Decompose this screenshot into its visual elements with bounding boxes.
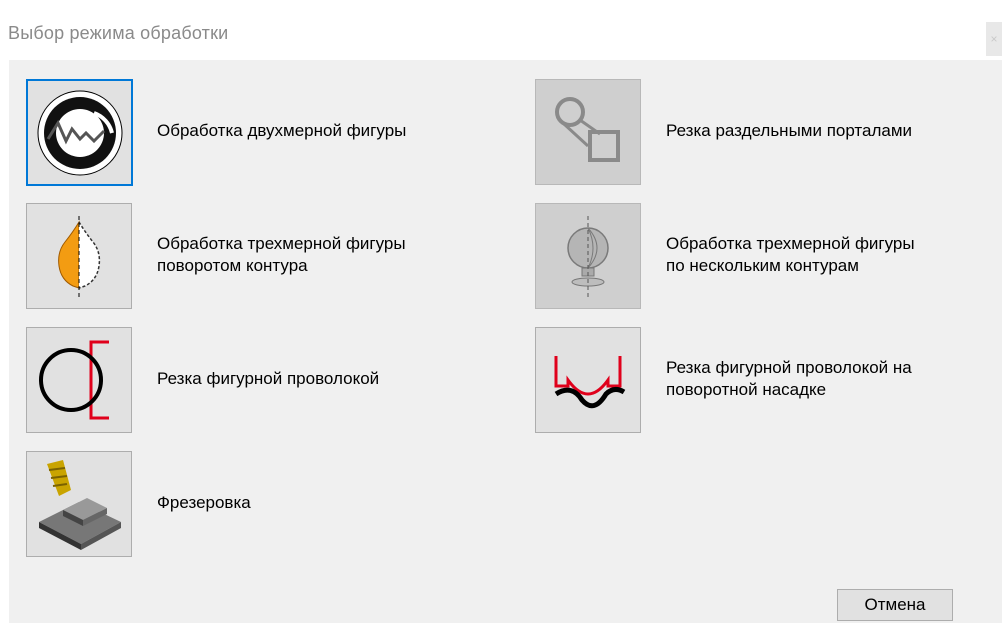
- mode-3d-multi-contour[interactable]: Обработка трехмерной фигуры по нескольки…: [535, 203, 995, 313]
- mode-shaped-wire-rotary[interactable]: Резка фигурной проволокой на поворотной …: [535, 327, 995, 437]
- dialog-titlebar: Выбор режима обработки ×: [0, 6, 1002, 58]
- mode-shaped-wire[interactable]: Резка фигурной проволокой: [26, 327, 506, 437]
- mode-shaped-wire-rotary-button[interactable]: [535, 327, 641, 433]
- mode-2d-shape-button[interactable]: [26, 79, 133, 186]
- close-button[interactable]: ×: [986, 22, 1002, 56]
- shaped-wire-icon: [39, 340, 109, 420]
- mode-separate-portals-button[interactable]: [535, 79, 641, 185]
- mode-milling[interactable]: Фрезеровка: [26, 451, 506, 561]
- 3d-rotate-contour-icon: [58, 216, 101, 298]
- mode-separate-portals[interactable]: Резка раздельными порталами: [535, 79, 995, 189]
- dialog-title: Выбор режима обработки: [8, 23, 229, 43]
- shaped-wire-rotary-icon: [554, 356, 626, 409]
- 2d-shape-icon: [37, 90, 122, 175]
- mode-milling-button[interactable]: [26, 451, 132, 557]
- mode-3d-rotate-contour-button[interactable]: [26, 203, 132, 309]
- cancel-button[interactable]: Отмена: [837, 589, 953, 621]
- mode-milling-label: Фрезеровка: [157, 493, 251, 512]
- mode-shaped-wire-rotary-label: Резка фигурной проволокой на поворотной …: [666, 358, 912, 399]
- 3d-multi-contour-icon: [567, 216, 609, 298]
- mode-separate-portals-label: Резка раздельными порталами: [666, 121, 913, 140]
- milling-icon: [39, 460, 121, 550]
- mode-3d-rotate-contour[interactable]: Обработка трехмерной фигуры поворотом ко…: [26, 203, 506, 313]
- mode-2d-shape[interactable]: Обработка двухмерной фигуры: [26, 79, 506, 189]
- mode-3d-multi-contour-label: Обработка трехмерной фигуры по нескольки…: [666, 234, 915, 275]
- separate-portals-icon: [555, 97, 620, 162]
- mode-3d-rotate-contour-label: Обработка трехмерной фигуры поворотом ко…: [157, 234, 406, 275]
- mode-3d-multi-contour-button[interactable]: [535, 203, 641, 309]
- mode-shaped-wire-label: Резка фигурной проволокой: [157, 369, 380, 388]
- mode-shaped-wire-button[interactable]: [26, 327, 132, 433]
- mode-2d-shape-label: Обработка двухмерной фигуры: [157, 121, 407, 140]
